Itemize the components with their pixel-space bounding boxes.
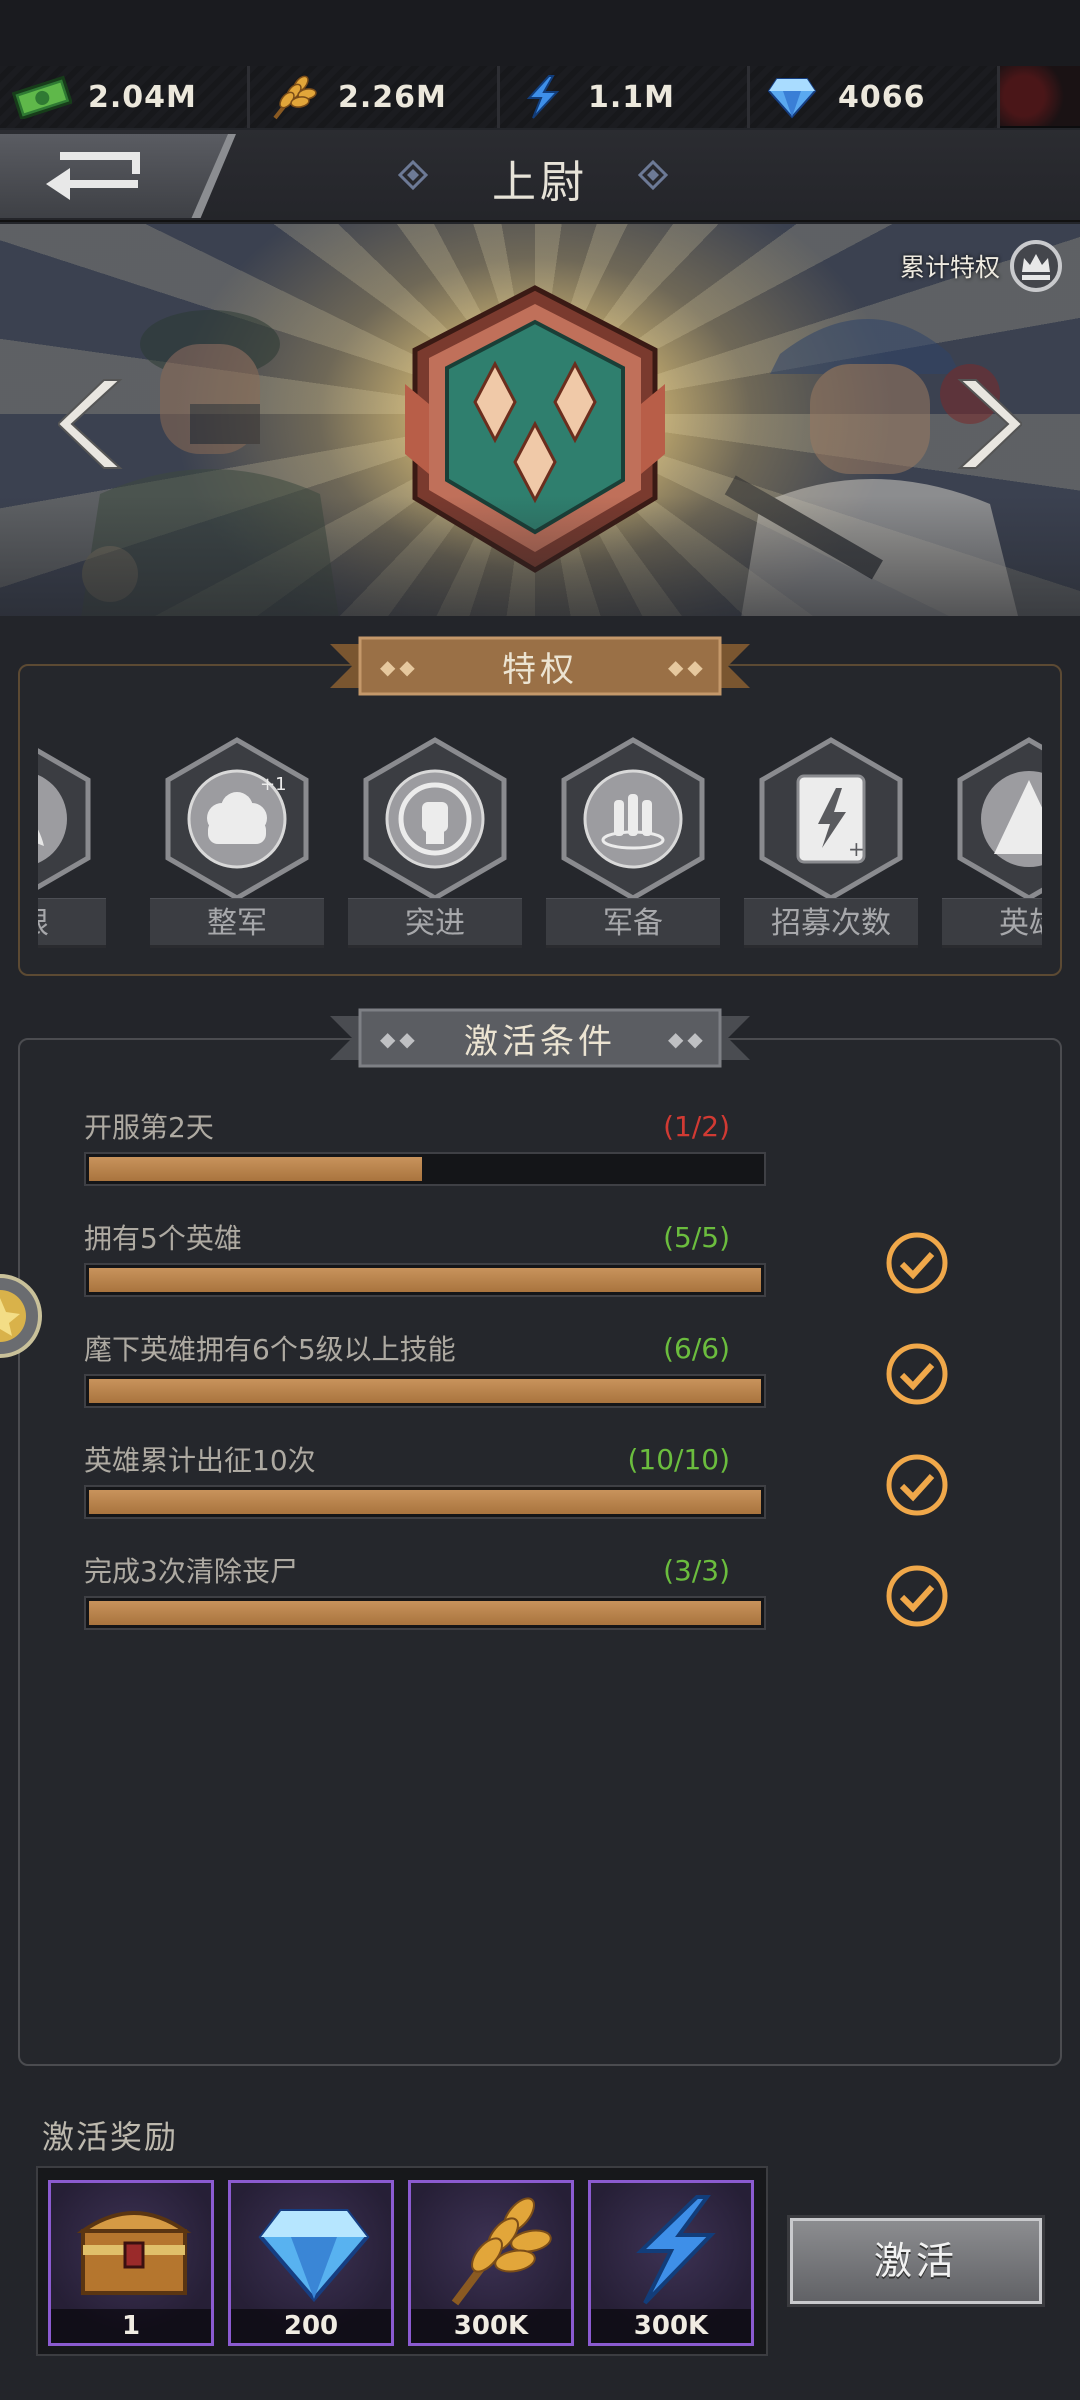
check-icon — [886, 1343, 948, 1405]
svg-text:◆◆: ◆◆ — [380, 655, 419, 679]
resource-energy-value: 1.1M — [588, 79, 675, 115]
check-icon — [886, 1454, 948, 1516]
condition-progress: (3/3) — [663, 1554, 730, 1587]
reward-item[interactable]: 200 — [228, 2180, 394, 2346]
privilege-charge[interactable]: 突进 — [348, 736, 522, 956]
privilege-label: 招募次数 — [744, 898, 918, 948]
privileges-title: 特权 — [502, 649, 578, 690]
condition-progress-fill — [89, 1490, 761, 1514]
check-icon — [886, 1232, 948, 1294]
condition-progress-bar — [84, 1374, 766, 1408]
reward-count: 1 — [51, 2309, 211, 2343]
condition-progress: (5/5) — [663, 1221, 730, 1254]
condition-progress-fill — [89, 1601, 761, 1625]
resource-more[interactable] — [1000, 66, 1080, 126]
resource-wheat[interactable]: 2.26M — [250, 66, 500, 128]
condition-progress-bar — [84, 1596, 766, 1630]
svg-text:+: + — [848, 837, 865, 861]
privilege-label: 英雄 — [942, 898, 1042, 948]
floating-assistant-icon[interactable] — [0, 1268, 50, 1364]
privilege-label: 上限 — [38, 898, 106, 948]
privilege-hero[interactable]: 英雄 — [942, 736, 1042, 956]
condition-progress-bar — [84, 1152, 766, 1186]
resource-energy[interactable]: 1.1M — [500, 66, 750, 128]
reward-count: 300K — [591, 2309, 751, 2343]
privilege-label: 整军 — [150, 898, 324, 948]
cumulative-privileges-label: 累计特权 — [899, 253, 1000, 282]
condition-label: 麾下英雄拥有6个5级以上技能 — [84, 1333, 456, 1366]
reward-item[interactable]: 300K — [588, 2180, 754, 2346]
title-diamond-right-icon — [638, 160, 668, 190]
treasure-chest-icon — [76, 2211, 192, 2295]
cumulative-privileges-button[interactable]: 累计特权 — [900, 238, 1064, 294]
cap-icon — [38, 748, 91, 890]
crown-medal-icon — [1010, 240, 1062, 292]
svg-text:◆◆: ◆◆ — [668, 655, 707, 679]
privilege-army[interactable]: +1 整军 — [150, 736, 324, 956]
svg-text:◆◆: ◆◆ — [668, 1027, 707, 1051]
condition-progress-fill — [89, 1268, 761, 1292]
army-icon: +1 — [165, 737, 309, 901]
resource-cash-value: 2.04M — [88, 79, 197, 115]
fist-icon — [363, 737, 507, 901]
privilege-recruit-count[interactable]: + 招募次数 — [744, 736, 918, 956]
banner-fade — [0, 496, 1080, 616]
lightning-icon — [636, 2195, 716, 2305]
recruit-card-icon: + — [759, 737, 903, 901]
rewards-title: 激活奖励 — [42, 2118, 179, 2156]
wheat-icon — [451, 2197, 552, 2306]
condition-progress: (10/10) — [627, 1443, 730, 1476]
status-strip — [0, 0, 1080, 66]
rank-banner: 累计特权 — [0, 224, 1080, 616]
privilege-label: 突进 — [348, 898, 522, 948]
privilege-cap[interactable]: 上限 — [38, 736, 106, 956]
resource-bar: 2.04M 2.26M 1.1M 4066 — [0, 66, 1080, 128]
condition-label: 完成3次清除丧尸 — [84, 1555, 298, 1588]
page-title: 上尉 — [492, 157, 588, 208]
privilege-armament[interactable]: 军备 — [546, 736, 720, 956]
privileges-scroller[interactable]: 上限 +1 整军 突进 军备 — [38, 736, 1042, 956]
resource-diamond[interactable]: 4066 — [750, 66, 1000, 128]
resource-cash[interactable]: 2.04M — [0, 66, 250, 128]
diamond-icon — [258, 2209, 370, 2303]
condition-label: 拥有5个英雄 — [84, 1222, 242, 1255]
cash-icon — [10, 72, 74, 122]
condition-progress-bar — [84, 1485, 766, 1519]
hero-tent-icon — [957, 737, 1042, 901]
conditions-ribbon: ◆◆ ◆◆ 激活条件 — [330, 1006, 750, 1070]
svg-text:◆◆: ◆◆ — [380, 1027, 419, 1051]
rewards-strip: 1 200 300K 300K — [36, 2166, 768, 2356]
resource-wheat-value: 2.26M — [338, 79, 447, 115]
condition-progress: (1/2) — [663, 1110, 730, 1143]
check-icon — [886, 1565, 948, 1627]
reward-count: 200 — [231, 2309, 391, 2343]
condition-progress-fill — [89, 1379, 761, 1403]
privileges-ribbon: ◆◆ ◆◆ 特权 — [330, 634, 750, 698]
ammo-icon — [561, 737, 705, 901]
prev-rank-arrow-icon[interactable] — [58, 374, 128, 474]
condition-progress-bar — [84, 1263, 766, 1297]
diamond-icon — [760, 72, 824, 122]
condition-progress: (6/6) — [663, 1332, 730, 1365]
reward-count: 300K — [411, 2309, 571, 2343]
wheat-icon — [260, 72, 324, 122]
resource-diamond-value: 4066 — [838, 79, 926, 115]
reward-item[interactable]: 1 — [48, 2180, 214, 2346]
conditions-title: 激活条件 — [464, 1021, 616, 1062]
privilege-label: 军备 — [546, 898, 720, 948]
svg-text:+1: +1 — [260, 774, 287, 795]
condition-label: 开服第2天 — [84, 1111, 214, 1144]
condition-label: 英雄累计出征10次 — [84, 1444, 316, 1477]
reward-item[interactable]: 300K — [408, 2180, 574, 2346]
title-bar: 上尉 — [0, 130, 1080, 222]
condition-progress-fill — [89, 1157, 422, 1181]
lightning-icon — [510, 72, 574, 122]
activate-button[interactable]: 激活 — [790, 2218, 1042, 2304]
next-rank-arrow-icon[interactable] — [952, 374, 1022, 474]
